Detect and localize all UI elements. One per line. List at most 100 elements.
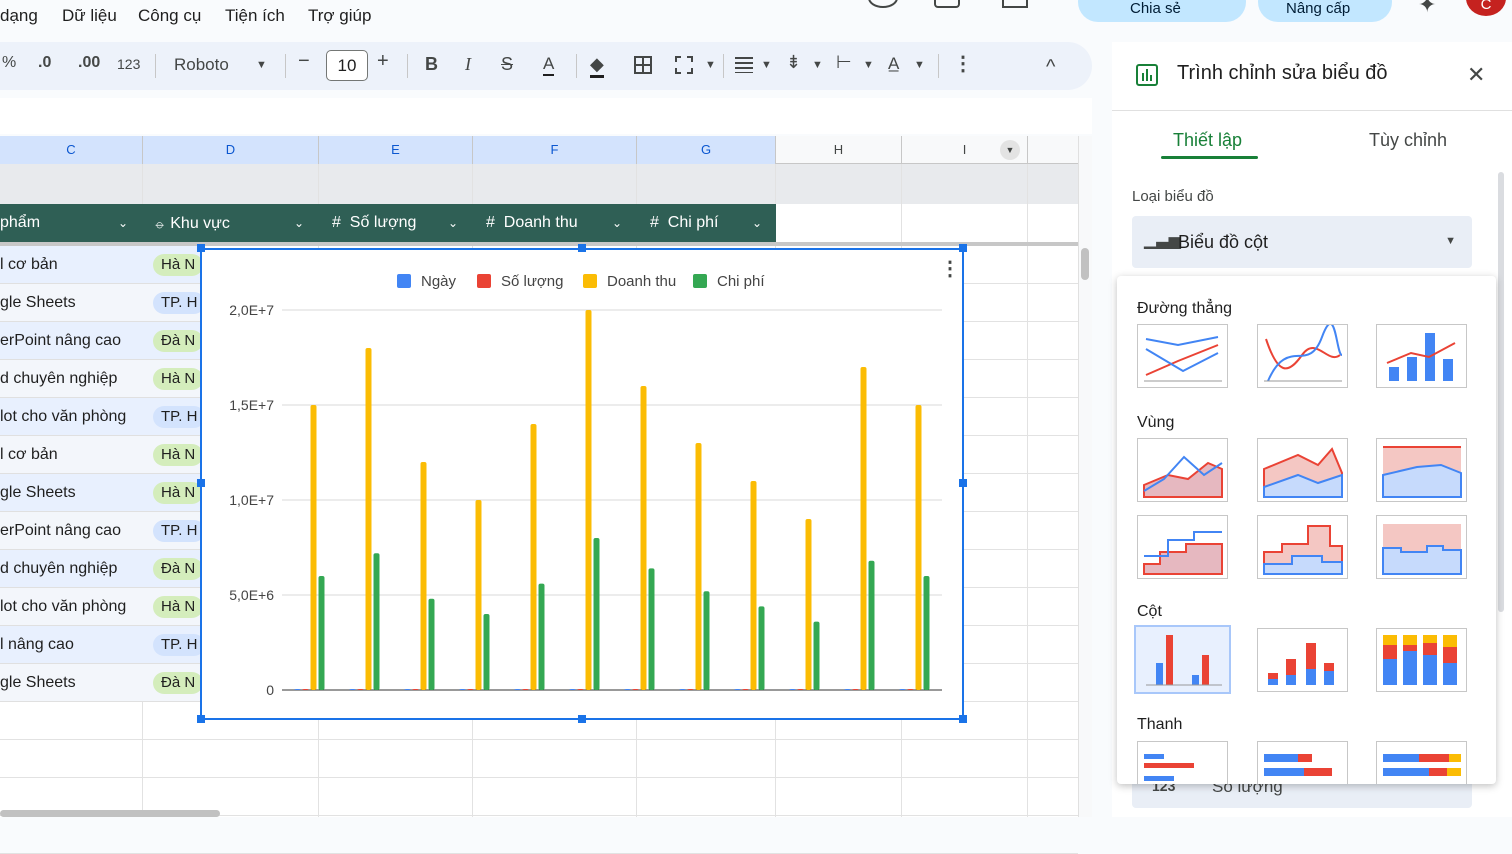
more-tools-button[interactable]: ⋮ bbox=[953, 51, 973, 76]
close-icon[interactable]: ✕ bbox=[1467, 62, 1485, 88]
column-chart-option[interactable] bbox=[1134, 625, 1231, 694]
italic-button[interactable]: I bbox=[465, 54, 471, 75]
wrap-chevron-icon[interactable]: ▼ bbox=[863, 59, 874, 71]
chevron-down-icon[interactable]: ⌄ bbox=[118, 204, 128, 242]
formula-bar[interactable] bbox=[0, 98, 1092, 134]
column-header-h[interactable]: H bbox=[776, 136, 902, 164]
table-header-quantity[interactable]: # Số lượng ⌄ bbox=[318, 204, 472, 242]
region-chip[interactable]: Đà N bbox=[153, 672, 204, 694]
region-chip[interactable]: Hà N bbox=[153, 482, 204, 504]
chevron-down-icon[interactable]: ⌄ bbox=[294, 204, 304, 242]
table-row[interactable]: l cơ bản Hà N bbox=[0, 436, 204, 474]
increase-decimal-button[interactable]: .00 bbox=[78, 54, 100, 72]
column-header-e[interactable]: E bbox=[319, 136, 473, 164]
column-header-c[interactable]: C bbox=[0, 136, 143, 164]
resize-handle-l[interactable] bbox=[197, 479, 205, 487]
more-formats-button[interactable]: 123 bbox=[117, 56, 140, 72]
column-filter-icon[interactable]: ▼ bbox=[1000, 140, 1020, 160]
tab-customize[interactable]: Tùy chỉnh bbox=[1369, 130, 1447, 151]
table-row[interactable]: erPoint nâng cao TP. H bbox=[0, 512, 206, 550]
column-header-i[interactable]: I ▼ bbox=[902, 136, 1028, 164]
chevron-down-icon[interactable]: ⌄ bbox=[612, 204, 622, 242]
fill-color-icon[interactable]: ◆ bbox=[590, 54, 604, 78]
table-row[interactable]: lot cho văn phòng TP. H bbox=[0, 398, 206, 436]
tab-setup[interactable]: Thiết lập bbox=[1173, 130, 1242, 151]
region-chip[interactable]: TP. H bbox=[153, 634, 206, 656]
menu-help[interactable]: Trợ giúp bbox=[308, 6, 371, 26]
merge-cells-icon[interactable] bbox=[675, 56, 693, 74]
valign-chevron-icon[interactable]: ▼ bbox=[812, 59, 823, 71]
resize-handle-b[interactable] bbox=[578, 715, 586, 723]
text-rotation-icon[interactable]: A̲ bbox=[888, 54, 899, 74]
menu-tools[interactable]: Công cụ bbox=[138, 6, 201, 26]
rotation-chevron-icon[interactable]: ▼ bbox=[914, 59, 925, 71]
menu-data[interactable]: Dữ liệu bbox=[62, 6, 117, 26]
table-row[interactable]: gle Sheets TP. H bbox=[0, 284, 206, 322]
smooth-line-chart-option[interactable] bbox=[1257, 322, 1348, 388]
font-select[interactable]: Roboto bbox=[174, 55, 229, 75]
scroll-thumb[interactable] bbox=[1081, 248, 1089, 280]
collapse-toolbar-button[interactable]: ^ bbox=[1046, 56, 1055, 79]
stacked-bar-chart-option[interactable] bbox=[1257, 741, 1348, 784]
resize-handle-tl[interactable] bbox=[197, 244, 205, 252]
chevron-down-icon[interactable]: ⌄ bbox=[752, 204, 762, 242]
region-chip[interactable]: Đà N bbox=[153, 330, 204, 352]
percent-format-button[interactable]: % bbox=[2, 54, 16, 72]
table-row[interactable]: lot cho văn phòng Hà N bbox=[0, 588, 204, 626]
meet-icon[interactable] bbox=[1002, 0, 1028, 8]
comment-icon[interactable] bbox=[934, 0, 960, 8]
bold-button[interactable]: B bbox=[425, 54, 438, 75]
column-header-d[interactable]: D bbox=[143, 136, 319, 164]
horizontal-scroll-thumb[interactable] bbox=[0, 810, 220, 817]
strikethrough-icon[interactable]: S bbox=[501, 54, 513, 75]
region-chip[interactable]: TP. H bbox=[153, 406, 206, 428]
chart-type-select[interactable]: ▁▃▅ Biểu đồ cột ▼ bbox=[1132, 216, 1472, 268]
font-size-decrease[interactable]: − bbox=[298, 50, 310, 73]
panel-scrollbar[interactable] bbox=[1498, 172, 1504, 612]
region-chip[interactable]: Hà N bbox=[153, 444, 204, 466]
merge-chevron-icon[interactable]: ▼ bbox=[705, 59, 716, 71]
percent-area-chart-option[interactable] bbox=[1376, 438, 1467, 502]
region-chip[interactable]: TP. H bbox=[153, 520, 206, 542]
font-size-increase[interactable]: + bbox=[377, 50, 389, 73]
table-row[interactable]: l nâng cao TP. H bbox=[0, 626, 206, 664]
align-chevron-icon[interactable]: ▼ bbox=[761, 59, 772, 71]
font-chevron-icon[interactable]: ▼ bbox=[256, 59, 267, 71]
borders-icon[interactable] bbox=[634, 56, 652, 74]
region-chip[interactable]: Hà N bbox=[153, 254, 204, 276]
percent-bar-chart-option[interactable] bbox=[1376, 741, 1467, 784]
chevron-down-icon[interactable]: ⌄ bbox=[448, 204, 458, 242]
line-chart-option[interactable] bbox=[1137, 324, 1228, 388]
table-row[interactable]: d chuyên nghiệp Đà N bbox=[0, 550, 204, 588]
column-header-f[interactable]: F bbox=[473, 136, 637, 164]
resize-handle-bl[interactable] bbox=[197, 715, 205, 723]
gemini-icon[interactable]: ✦ bbox=[1418, 0, 1436, 18]
resize-handle-tr[interactable] bbox=[959, 244, 967, 252]
region-chip[interactable]: Đà N bbox=[153, 558, 204, 580]
table-row[interactable]: d chuyên nghiệp Hà N bbox=[0, 360, 204, 398]
column-header-g[interactable]: G bbox=[637, 136, 776, 164]
percent-stepped-area-option[interactable] bbox=[1376, 515, 1467, 579]
resize-handle-t[interactable] bbox=[578, 244, 586, 252]
text-color-button[interactable]: A bbox=[543, 54, 555, 76]
text-wrap-icon[interactable]: ⊢ bbox=[836, 52, 852, 73]
region-chip[interactable]: TP. H bbox=[153, 292, 206, 314]
table-header-product[interactable]: phẩm ⌄ bbox=[0, 204, 142, 242]
menu-format[interactable]: dạng bbox=[0, 6, 38, 26]
vertical-scrollbar[interactable] bbox=[1078, 136, 1092, 817]
menu-extensions[interactable]: Tiện ích bbox=[225, 6, 285, 26]
bar-chart-option[interactable] bbox=[1137, 741, 1228, 784]
stacked-column-chart-option[interactable] bbox=[1257, 628, 1348, 692]
stacked-stepped-area-option[interactable] bbox=[1257, 515, 1348, 579]
resize-handle-br[interactable] bbox=[959, 715, 967, 723]
stepped-area-chart-option[interactable] bbox=[1137, 515, 1228, 579]
table-row[interactable]: gle Sheets Hà N bbox=[0, 474, 204, 512]
table-row[interactable]: gle Sheets Đà N bbox=[0, 664, 204, 702]
dropdown-arrow-icon[interactable]: ▼ bbox=[1445, 235, 1456, 247]
font-size-input[interactable]: 10 bbox=[326, 50, 368, 81]
table-row[interactable]: l cơ bản Hà N bbox=[0, 246, 204, 284]
combo-chart-option[interactable] bbox=[1376, 324, 1467, 388]
decrease-decimal-button[interactable]: .0 bbox=[38, 54, 51, 72]
table-row[interactable]: erPoint nâng cao Đà N bbox=[0, 322, 204, 360]
align-left-icon[interactable] bbox=[735, 57, 753, 73]
